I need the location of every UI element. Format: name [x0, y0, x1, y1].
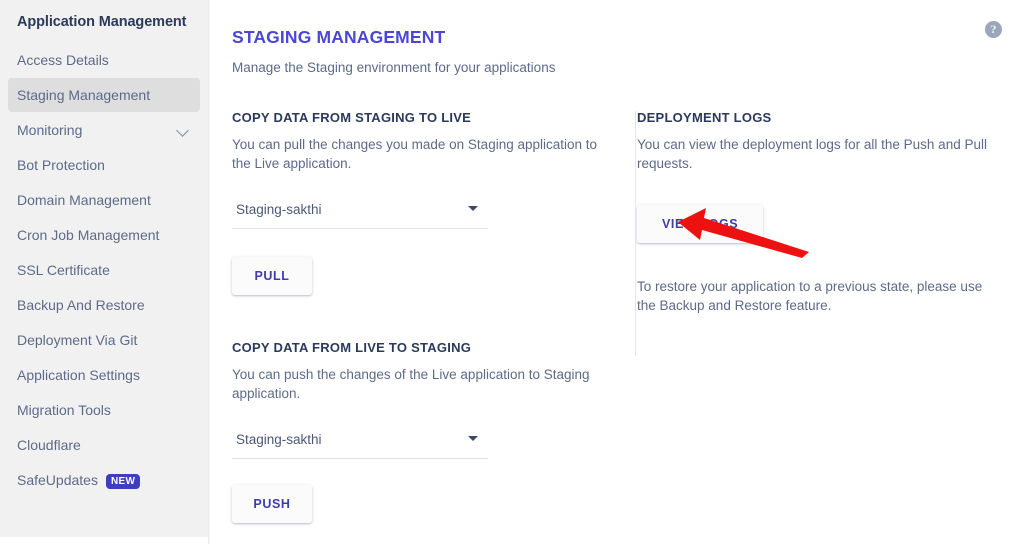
column-divider: [635, 111, 636, 356]
sidebar-title: Application Management: [17, 14, 187, 30]
sidebar-item-safeupdates[interactable]: SafeUpdates NEW: [8, 463, 200, 497]
content-columns: COPY DATA FROM STAGING TO LIVE You can p…: [232, 109, 1004, 523]
live-to-staging-heading: COPY DATA FROM LIVE TO STAGING: [232, 340, 472, 355]
staging-to-live-section: COPY DATA FROM STAGING TO LIVE You can p…: [232, 109, 614, 295]
chevron-down-icon[interactable]: [177, 124, 190, 137]
page-title: STAGING MANAGEMENT: [232, 27, 446, 47]
push-button[interactable]: PUSH: [232, 485, 312, 523]
app-root: Application Management Access Details Sta…: [0, 0, 1024, 544]
staging-to-live-description: You can pull the changes you made on Sta…: [232, 137, 598, 171]
sidebar-item-migration-tools[interactable]: Migration Tools: [8, 393, 200, 427]
help-icon[interactable]: ?: [985, 21, 1002, 38]
sidebar: Application Management Access Details Sta…: [0, 0, 208, 537]
chevron-down-icon: [468, 436, 478, 441]
sidebar-item-label: Cron Job Management: [17, 227, 160, 243]
view-logs-button[interactable]: VIEW LOGS: [637, 205, 764, 243]
restore-note: To restore your application to a previou…: [637, 279, 983, 313]
sidebar-item-label: Deployment Via Git: [17, 332, 138, 348]
live-to-staging-select-value: Staging-sakthi: [236, 432, 322, 447]
sidebar-item-label: Backup And Restore: [17, 297, 145, 313]
sidebar-item-deployment-via-git[interactable]: Deployment Via Git: [8, 323, 200, 357]
staging-to-live-select[interactable]: Staging-sakthi: [232, 196, 488, 229]
sidebar-item-label: Staging Management: [17, 87, 151, 103]
sidebar-item-label: Domain Management: [17, 192, 151, 208]
sidebar-item-access-details[interactable]: Access Details: [8, 43, 200, 77]
live-to-staging-select[interactable]: Staging-sakthi: [232, 426, 488, 459]
sidebar-item-label: Migration Tools: [17, 402, 111, 418]
sidebar-item-application-settings[interactable]: Application Settings: [8, 358, 200, 392]
sidebar-item-label: Access Details: [17, 52, 109, 68]
new-badge: NEW: [105, 473, 141, 489]
live-to-staging-description: You can push the changes of the Live app…: [232, 367, 590, 401]
sidebar-item-cloudflare[interactable]: Cloudflare: [8, 428, 200, 462]
sidebar-item-label: Bot Protection: [17, 157, 105, 173]
sidebar-item-label: Cloudflare: [17, 437, 81, 453]
sidebar-item-label: SSL Certificate: [17, 262, 110, 278]
sidebar-nav-list: Access Details Staging Management Monitori…: [0, 43, 208, 497]
main-content: STAGING MANAGEMENT Manage the Staging en…: [210, 0, 1024, 544]
left-column: COPY DATA FROM STAGING TO LIVE You can p…: [232, 109, 614, 523]
deployment-logs-heading: DEPLOYMENT LOGS: [637, 110, 772, 125]
live-to-staging-section: COPY DATA FROM LIVE TO STAGING You can p…: [232, 339, 614, 523]
chevron-down-icon: [468, 206, 478, 211]
deployment-logs-description: You can view the deployment logs for all…: [637, 137, 987, 171]
sidebar-item-bot-protection[interactable]: Bot Protection: [8, 148, 200, 182]
sidebar-item-staging-management[interactable]: Staging Management: [8, 78, 200, 112]
sidebar-item-ssl-certificate[interactable]: SSL Certificate: [8, 253, 200, 287]
sidebar-item-monitoring[interactable]: Monitoring: [8, 113, 200, 147]
pull-button[interactable]: PULL: [232, 257, 312, 295]
sidebar-item-cron-job-management[interactable]: Cron Job Management: [8, 218, 200, 252]
staging-to-live-select-value: Staging-sakthi: [236, 202, 322, 217]
sidebar-item-label: Monitoring: [17, 122, 83, 138]
right-column: DEPLOYMENT LOGS You can view the deploym…: [614, 109, 994, 523]
sidebar-item-label: Application Settings: [17, 367, 140, 383]
sidebar-item-domain-management[interactable]: Domain Management: [8, 183, 200, 217]
page-subtitle: Manage the Staging environment for your …: [232, 60, 556, 75]
sidebar-item-label: SafeUpdates NEW: [17, 463, 190, 497]
staging-to-live-heading: COPY DATA FROM STAGING TO LIVE: [232, 110, 472, 125]
sidebar-item-backup-and-restore[interactable]: Backup And Restore: [8, 288, 200, 322]
